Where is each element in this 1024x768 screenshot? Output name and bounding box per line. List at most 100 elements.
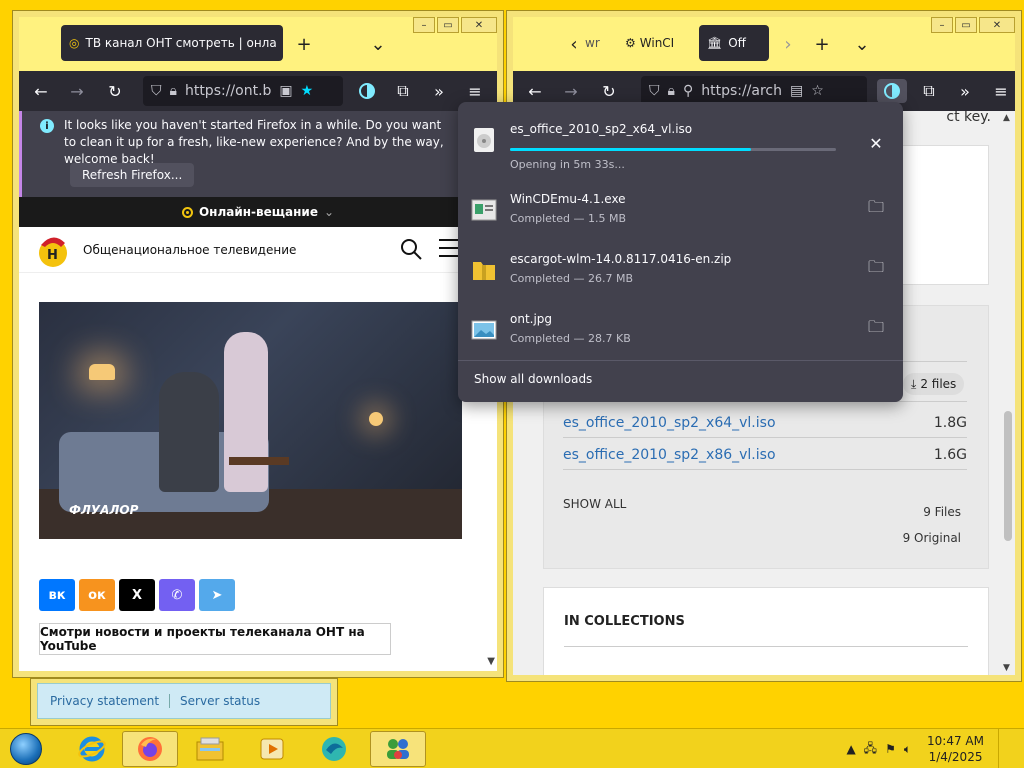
hamburger-menu-icon[interactable]: ≡ <box>989 79 1013 103</box>
overflow-chevrons-icon[interactable]: » <box>953 79 977 103</box>
original-count[interactable]: 9 Original <box>903 531 961 545</box>
tab-scroll-right-icon[interactable]: › <box>775 31 801 57</box>
shield-icon[interactable]: ⛉ <box>151 83 162 99</box>
page-scrollbar[interactable]: ▲ ▼ <box>1001 111 1015 675</box>
volume-speaker-icon[interactable]: 🔈︎ <box>904 742 911 757</box>
tab-archive-office[interactable]: 🏛︎ Off <box>699 25 769 61</box>
share-buttons: вк ок X ✆ ➤ <box>39 579 235 611</box>
minimize-button[interactable]: – <box>413 17 435 33</box>
close-window-button[interactable]: ✕ <box>461 17 497 33</box>
lock-icon[interactable]: 🔒︎ <box>170 83 177 99</box>
show-desktop-button[interactable] <box>998 729 1008 768</box>
new-tab-button[interactable]: + <box>291 31 317 57</box>
files-count[interactable]: 9 Files <box>923 505 961 519</box>
shield-icon[interactable]: ⛉ <box>649 83 660 99</box>
bookmark-star-icon[interactable]: ☆ <box>811 83 824 99</box>
share-telegram-button[interactable]: ➤ <box>199 579 235 611</box>
firefox-refresh-notification: i It looks like you haven't started Fire… <box>19 111 497 197</box>
scroll-up-arrow-icon[interactable]: ▲ <box>1003 113 1010 123</box>
tab-scroll-left-icon[interactable]: ‹ <box>561 31 587 57</box>
share-ok-button[interactable]: ок <box>79 579 115 611</box>
share-viber-button[interactable]: ✆ <box>159 579 195 611</box>
reload-icon[interactable]: ↻ <box>103 79 127 103</box>
download-item[interactable]: escargot-wlm-14.0.8117.0416-en.zip Compl… <box>458 240 903 300</box>
download-item[interactable]: es_office_2010_sp2_x64_vl.iso Opening in… <box>458 110 903 171</box>
download-item[interactable]: ont.jpg Completed — 28.7 KB 🗀︎ <box>458 300 903 360</box>
search-icon[interactable] <box>399 237 423 261</box>
ont-logo-icon[interactable]: Н <box>35 233 71 269</box>
download-status: Completed — 1.5 MB <box>510 212 627 225</box>
taskbar-explorer[interactable] <box>182 731 238 767</box>
action-center-flag-icon[interactable]: ⚑ <box>885 742 896 756</box>
tray-expand-arrow-icon[interactable]: ▲ <box>846 742 855 756</box>
forward-arrow-icon[interactable]: → <box>559 79 583 103</box>
files-count-badge[interactable]: ⤓ 2 files <box>903 373 965 395</box>
server-status-link[interactable]: Server status <box>180 694 260 708</box>
file-row[interactable]: es_office_2010_sp2_x64_vl.iso 1.8G <box>563 415 967 431</box>
show-all-downloads-button[interactable]: Show all downloads <box>474 372 592 386</box>
collections-card: IN COLLECTIONS <box>543 587 989 675</box>
show-all-link[interactable]: SHOW ALL <box>563 497 626 511</box>
left-url-bar[interactable]: ⛉ 🔒︎ https://ont.b ▣ ★ <box>143 76 343 106</box>
firefox-account-icon[interactable] <box>355 79 379 103</box>
archive-building-icon: 🏛︎ <box>707 36 723 50</box>
download-progress-bar <box>510 148 836 151</box>
open-folder-icon[interactable]: 🗀︎ <box>867 197 885 218</box>
minimize-button[interactable]: – <box>931 17 953 33</box>
overflow-chevrons-icon[interactable]: » <box>427 79 451 103</box>
downloads-button-icon[interactable] <box>877 79 907 103</box>
window-caption-buttons: – ▭ ✕ <box>929 17 1015 35</box>
taskbar-firefox[interactable] <box>122 731 178 767</box>
open-folder-icon[interactable]: 🗀︎ <box>867 317 885 338</box>
tab-ont[interactable]: ◎ ТВ канал ОНТ смотреть | онла <box>61 25 283 61</box>
reload-icon[interactable]: ↻ <box>597 79 621 103</box>
tab-wincdemu[interactable]: ⚙ WinCI <box>625 25 697 61</box>
taskbar-messenger[interactable] <box>306 731 362 767</box>
back-arrow-icon[interactable]: ← <box>523 79 547 103</box>
image-file-icon <box>471 320 497 340</box>
file-link[interactable]: es_office_2010_sp2_x86_vl.iso <box>563 447 776 463</box>
tab-list-chevron-icon[interactable]: ⌄ <box>365 31 391 57</box>
youtube-button[interactable]: Смотри новости и проекты телеканала ОНТ … <box>39 623 391 655</box>
video-scene <box>89 364 115 380</box>
permissions-icon[interactable]: ⚲ <box>683 83 693 99</box>
file-row[interactable]: es_office_2010_sp2_x86_vl.iso 1.6G <box>563 447 967 463</box>
reader-view-icon[interactable]: ▤ <box>790 83 803 99</box>
scrollbar-thumb[interactable] <box>1004 411 1012 541</box>
open-folder-icon[interactable]: 🗀︎ <box>867 257 885 278</box>
extensions-puzzle-icon[interactable]: ⧉ <box>391 79 415 103</box>
taskbar-messenger-contacts[interactable] <box>370 731 426 767</box>
network-icon[interactable]: 🖧︎ <box>864 739 877 760</box>
start-button[interactable] <box>2 731 50 767</box>
taskbar-ie[interactable] <box>64 731 120 767</box>
share-x-button[interactable]: X <box>119 579 155 611</box>
tab-list-chevron-icon[interactable]: ⌄ <box>849 31 875 57</box>
new-tab-button[interactable]: + <box>809 31 835 57</box>
back-arrow-icon[interactable]: ← <box>29 79 53 103</box>
tab-archive-prev[interactable]: wr <box>585 25 619 61</box>
scroll-down-arrow-icon[interactable]: ▼ <box>487 656 495 667</box>
taskbar-media-player[interactable] <box>244 731 300 767</box>
extensions-puzzle-icon[interactable]: ⧉ <box>917 79 941 103</box>
privacy-link[interactable]: Privacy statement <box>50 694 159 708</box>
scroll-down-arrow-icon[interactable]: ▼ <box>1003 663 1010 673</box>
video-player[interactable]: ФЛУАЛОР <box>39 302 462 539</box>
lock-icon[interactable]: 🔒︎ <box>668 83 675 99</box>
picture-in-picture-icon[interactable]: ▣ <box>279 83 292 99</box>
forward-arrow-icon[interactable]: → <box>65 79 89 103</box>
onair-bar[interactable]: Онлайн-вещание ⌄ <box>19 197 497 227</box>
site-header: Н Общенациональное телевидение <box>19 227 497 273</box>
maximize-button[interactable]: ▭ <box>437 17 459 33</box>
clock[interactable]: 10:47 AM 1/4/2025 <box>927 733 984 765</box>
refresh-firefox-button[interactable]: Refresh Firefox... <box>70 163 195 187</box>
share-vk-button[interactable]: вк <box>39 579 75 611</box>
bookmark-star-icon[interactable]: ★ <box>301 83 314 99</box>
cancel-download-close-icon[interactable]: ✕ <box>867 134 885 153</box>
svg-text:Н: Н <box>47 248 58 263</box>
media-player-icon <box>260 738 284 760</box>
file-link[interactable]: es_office_2010_sp2_x64_vl.iso <box>563 415 776 431</box>
close-window-button[interactable]: ✕ <box>979 17 1015 33</box>
download-item[interactable]: WinCDEmu-4.1.exe Completed — 1.5 MB 🗀︎ <box>458 180 903 240</box>
hamburger-menu-icon[interactable]: ≡ <box>463 79 487 103</box>
maximize-button[interactable]: ▭ <box>955 17 977 33</box>
